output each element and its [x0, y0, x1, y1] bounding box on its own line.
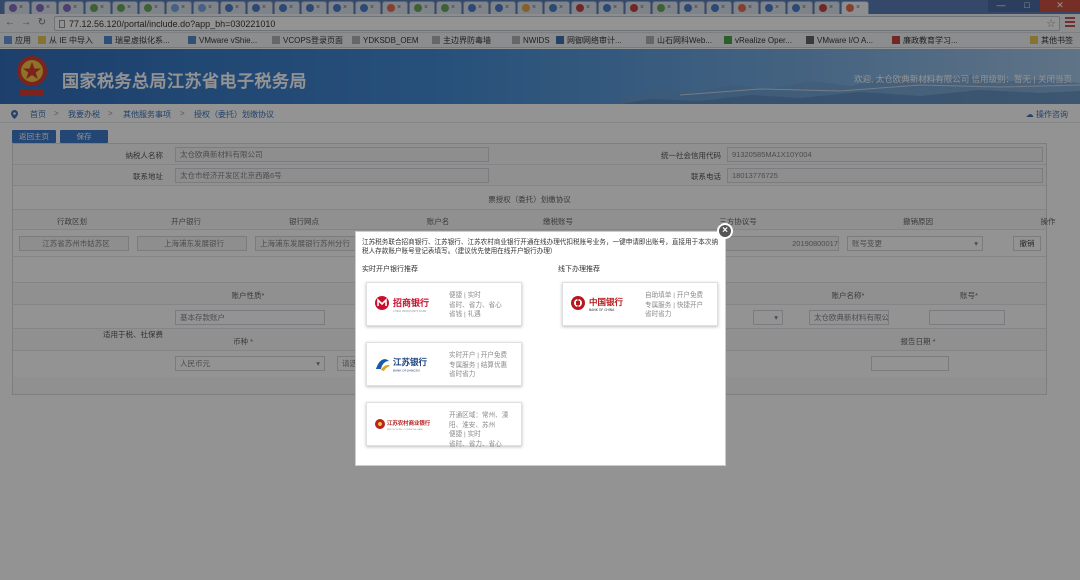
bank-card-jiangsu[interactable]: 江苏银行 BANK OF JIANGSU 实时开户 | 开户免费 专属服务 | 结…: [366, 342, 522, 386]
cmb-logo: 招商银行 CHINA MERCHANTS BANK: [375, 296, 429, 313]
bank-feature-line: 专属服务 | 快捷开户: [645, 301, 704, 309]
offline-section-title: 线下办理推荐: [558, 266, 600, 273]
bank-feature-line: 省时省力: [449, 371, 476, 378]
bank-feature-line: 省时、省力、省心: [449, 440, 502, 448]
bank-feature-line: 省钱 | 礼遇: [449, 311, 481, 318]
boc-logo-sub: BANK OF CHINA: [589, 308, 615, 312]
boc-logo-text: 中国银行: [589, 297, 624, 308]
bank-feature-line: 开通区域：常州、溧阳、淮安、苏州: [449, 412, 509, 429]
jiangsu-desc: 实时开户 | 开户免费 专属服务 | 结算优惠 省时省力: [449, 351, 521, 380]
bank-feature-line: 便捷 | 实时: [449, 292, 481, 299]
bank-feature-line: 专属服务 | 结算优惠: [449, 361, 508, 369]
jsrcb-logo-text: 江苏农村商业银行: [387, 419, 431, 427]
bank-feature-line: 便捷 | 实时: [449, 431, 481, 438]
jiangsu-logo-sub: BANK OF JIANGSU: [393, 369, 420, 373]
close-icon[interactable]: ×: [717, 223, 733, 239]
boc-logo: 中国银行 BANK OF CHINA: [571, 296, 624, 312]
boc-desc: 自助填单 | 开户免费 专属服务 | 快捷开户 省时省力: [645, 291, 717, 320]
jiangsu-bank-logo: 江苏银行 BANK OF JIANGSU: [376, 357, 428, 373]
bank-recommendation-modal: 江苏税务联合招商银行、江苏银行、江苏农村商业银行开通在线办理代扣税账号业务，一键…: [355, 231, 726, 466]
bank-feature-line: 省时省力: [645, 311, 672, 318]
bank-card-cmb[interactable]: 招商银行 CHINA MERCHANTS BANK 便捷 | 实时省时、省力、省…: [366, 282, 522, 326]
modal-notice: 江苏税务联合招商银行、江苏银行、江苏农村商业银行开通在线办理代扣税账号业务，一键…: [362, 239, 719, 255]
bank-feature-line: 实时开户 | 开户免费: [449, 352, 508, 359]
cmb-logo-sub: CHINA MERCHANTS BANK: [393, 309, 427, 313]
jsrcb-logo: 江苏农村商业银行 JIANGSU RURAL COMMERCIAL BANK: [375, 419, 431, 431]
bank-card-boc[interactable]: 中国银行 BANK OF CHINA 自助填单 | 开户免费 专属服务 | 快捷开…: [562, 282, 718, 326]
cmb-desc: 便捷 | 实时省时、省力、省心 省钱 | 礼遇: [449, 291, 521, 320]
cmb-logo-text: 招商银行: [393, 297, 429, 309]
bank-feature-line: 省时、省力、省心: [449, 301, 502, 309]
bank-feature-line: 自助填单 | 开户免费: [645, 292, 704, 299]
online-section-title: 实时开户银行推荐: [362, 266, 418, 273]
bank-card-jsrcb[interactable]: 江苏农村商业银行 JIANGSU RURAL COMMERCIAL BANK 开…: [366, 402, 522, 449]
jsrcb-logo-sub: JIANGSU RURAL COMMERCIAL BANK: [386, 428, 424, 431]
jsrcb-desc: 开通区域：常州、溧阳、淮安、苏州便捷 | 实时省时、省力、省心: [449, 411, 521, 449]
jiangsu-logo-text: 江苏银行: [393, 357, 428, 368]
